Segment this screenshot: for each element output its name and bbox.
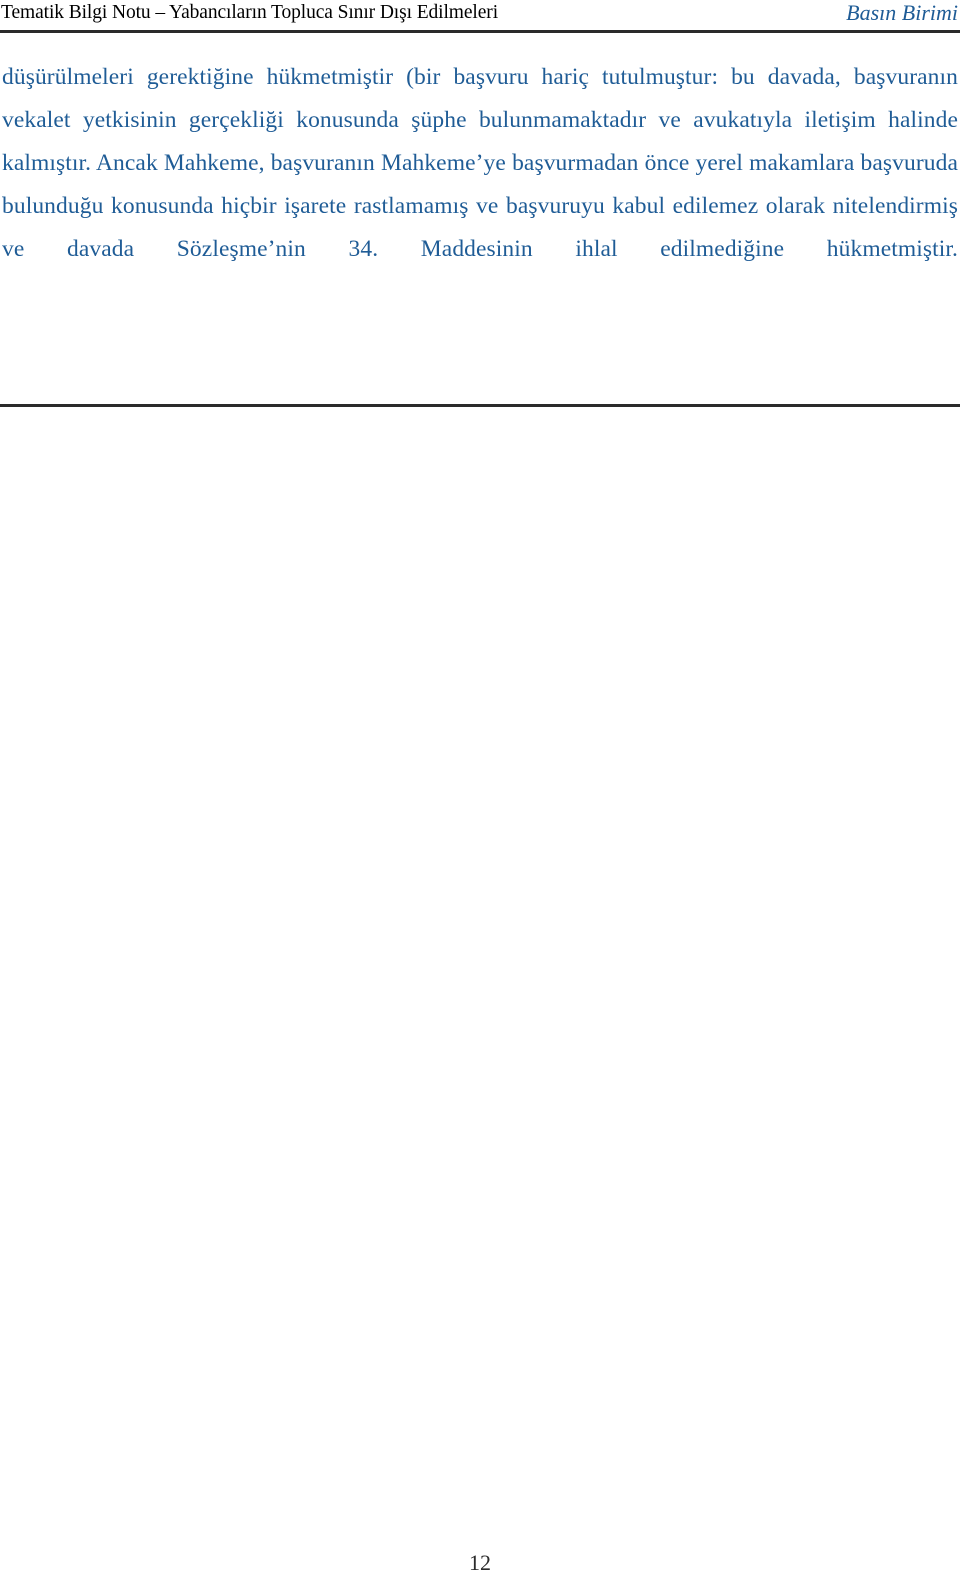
body-paragraph: düşürülmeleri gerektiğine hükmetmiştir (… <box>2 64 958 262</box>
content-bottom-rule <box>0 404 960 407</box>
header-divider-rule <box>0 30 960 33</box>
header-document-title: Tematik Bilgi Notu – Yabancıların Topluc… <box>1 2 499 23</box>
header-press-unit-label: Basın Birimi <box>846 0 958 25</box>
document-body: düşürülmeleri gerektiğine hükmetmiştir (… <box>2 56 958 314</box>
page-header: Tematik Bilgi Notu – Yabancıların Topluc… <box>0 0 960 32</box>
page-number: 12 <box>469 1550 491 1575</box>
